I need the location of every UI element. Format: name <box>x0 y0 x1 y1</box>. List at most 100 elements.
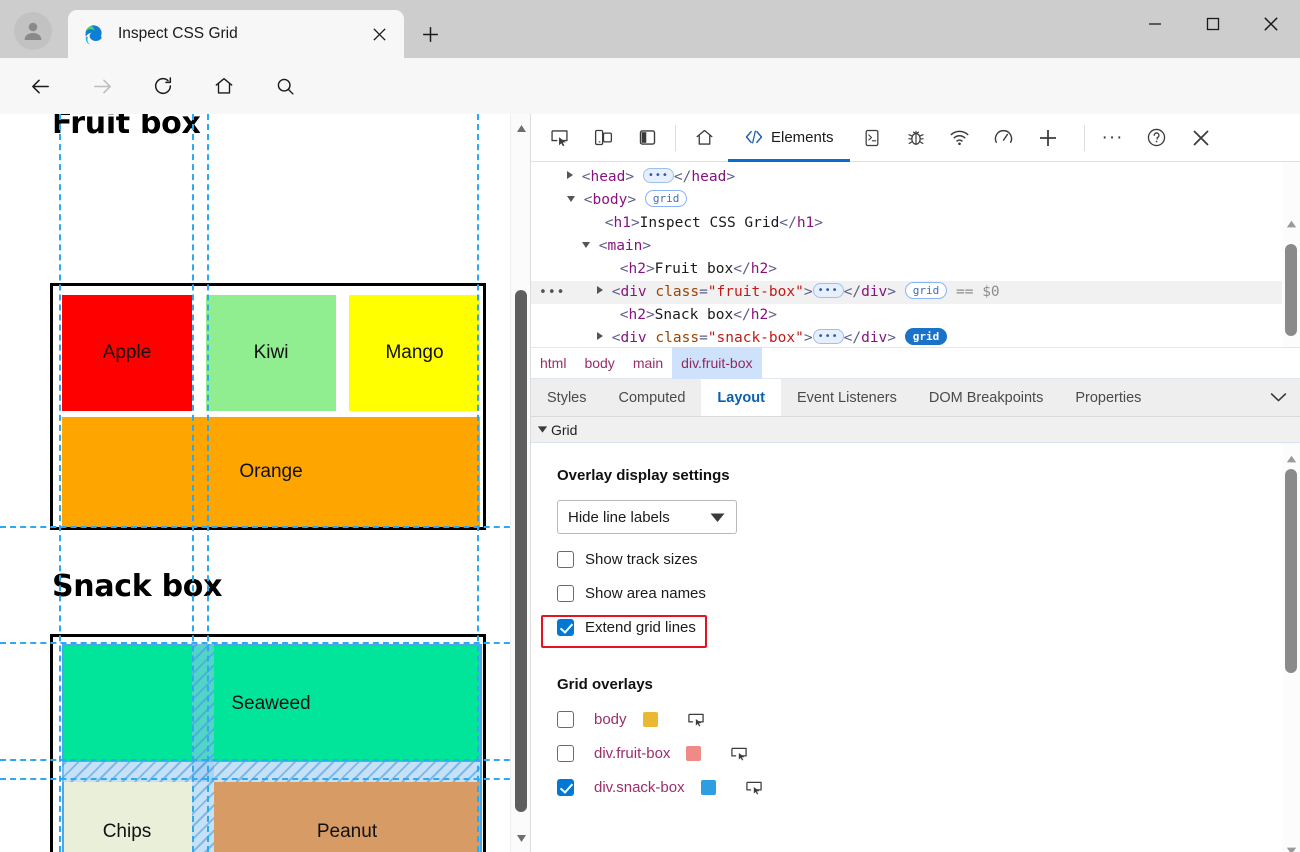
show-element-icon-snack-box[interactable] <box>744 777 764 797</box>
grid-overlay-row-snack-box[interactable]: div.snack-box <box>557 777 1300 797</box>
collapsed-children-icon[interactable]: ••• <box>812 329 844 344</box>
layout-panel-scrollbar[interactable] <box>1282 443 1300 852</box>
breadcrumb-item-main[interactable]: main <box>624 347 672 379</box>
show-element-icon-fruit-box[interactable] <box>729 743 749 763</box>
dock-side-button[interactable] <box>628 119 666 157</box>
grid-badge-snack-box[interactable]: grid <box>904 328 948 345</box>
line-labels-select[interactable]: Hide line labels <box>557 500 737 534</box>
dom-row-body[interactable]: <body> grid <box>531 189 1300 212</box>
grid-overlay-color-swatch-snack-box[interactable] <box>700 779 716 795</box>
scroll-up-button[interactable] <box>511 118 531 138</box>
minimize-icon <box>1149 23 1161 25</box>
dom-row-snack-box[interactable]: <div class="snack-box"> ••• </div> grid <box>531 327 1300 347</box>
maximize-button[interactable] <box>1184 0 1242 48</box>
tab-debugger[interactable] <box>897 119 935 157</box>
collapse-twisty-icon[interactable] <box>582 242 590 248</box>
scrollbar-thumb[interactable] <box>515 290 527 812</box>
scroll-down-button[interactable] <box>511 828 531 848</box>
close-window-button[interactable] <box>1242 0 1300 48</box>
breadcrumb-item-html[interactable]: html <box>531 347 575 379</box>
search-button[interactable] <box>265 66 305 106</box>
dom-row-fruit-box[interactable]: ••• <div class="fruit-box"> ••• </div> gri… <box>531 281 1300 304</box>
dom-row-h1[interactable]: <h1>Inspect CSS Grid</h1> <box>531 212 1300 235</box>
layout-scroll-up-button[interactable] <box>1282 451 1300 467</box>
devtools-more-button[interactable]: ··· <box>1094 119 1132 157</box>
snack-box-container: Seaweed Chips Peanut <box>50 634 486 852</box>
expand-twisty-icon[interactable] <box>597 332 603 340</box>
grid-overlay-row-fruit-box[interactable]: div.fruit-box <box>557 743 1300 763</box>
dom-row-h2-fruit[interactable]: <h2>Fruit box</h2> <box>531 258 1300 281</box>
checkbox-row-show-track-sizes[interactable]: Show track sizes <box>557 551 1300 568</box>
checkbox-overlay-body[interactable] <box>557 710 574 728</box>
dom-scrollbar-thumb[interactable] <box>1285 244 1297 336</box>
show-element-icon-body[interactable] <box>686 709 706 729</box>
dom-row-h2-snack[interactable]: <h2>Snack box</h2> <box>531 304 1300 327</box>
add-tool-button[interactable] <box>1029 119 1067 157</box>
checkbox-row-show-area-names[interactable]: Show area names <box>557 585 1300 602</box>
grid-overlay-color-swatch-fruit-box[interactable] <box>686 745 702 761</box>
inspect-element-button[interactable] <box>540 119 578 157</box>
checkbox-show-track-sizes[interactable] <box>557 551 574 568</box>
triangle-down-icon[interactable] <box>537 425 548 434</box>
dom-text-h2-fruit: Fruit box <box>654 261 734 277</box>
home-button[interactable] <box>204 66 244 106</box>
page-scrollbar[interactable] <box>510 114 530 852</box>
devtools-close-button[interactable] <box>1182 119 1220 157</box>
breadcrumb-item-body[interactable]: body <box>575 347 623 379</box>
dom-tree[interactable]: <head> ••• </head> <body> grid <h1>Inspec… <box>531 162 1300 347</box>
line-labels-select-value: Hide line labels <box>568 508 670 526</box>
tab-event-listeners[interactable]: Event Listeners <box>781 379 913 416</box>
dom-row-main[interactable]: <main> <box>531 235 1300 258</box>
tab-layout[interactable]: Layout <box>701 379 781 416</box>
grid-section-header[interactable]: Grid <box>531 417 1300 443</box>
tab-styles[interactable]: Styles <box>531 379 603 416</box>
dom-row-head[interactable]: <head> ••• </head> <box>531 166 1300 189</box>
collapsed-children-icon[interactable]: ••• <box>812 283 844 298</box>
toolbar-divider <box>675 124 676 151</box>
new-tab-button[interactable] <box>412 18 448 50</box>
panel-tabs-overflow-button[interactable] <box>1256 379 1300 416</box>
grid-overlay-row-body[interactable]: body <box>557 709 1300 729</box>
tab-elements-label: Elements <box>771 128 834 146</box>
layout-scroll-down-button[interactable] <box>1282 843 1300 852</box>
back-button[interactable] <box>20 66 60 106</box>
dom-tree-scrollbar[interactable] <box>1282 162 1300 347</box>
checkbox-show-area-names[interactable] <box>557 585 574 602</box>
checkbox-overlay-snack-box[interactable] <box>557 778 574 796</box>
refresh-button[interactable] <box>143 66 183 106</box>
edge-logo-icon <box>85 25 102 45</box>
checkbox-extend-grid-lines[interactable] <box>557 619 574 636</box>
collapsed-children-icon[interactable]: ••• <box>642 168 674 183</box>
device-emulation-button[interactable] <box>584 119 622 157</box>
triangle-down-icon <box>1286 847 1296 852</box>
minimize-button[interactable] <box>1126 0 1184 48</box>
tab-elements[interactable]: Elements <box>728 116 850 162</box>
grid-badge-body[interactable]: grid <box>644 190 688 207</box>
tab-network[interactable] <box>941 119 979 157</box>
devtools-home-button[interactable] <box>685 119 723 157</box>
collapse-twisty-icon[interactable] <box>567 196 575 202</box>
dom-scroll-up-button[interactable] <box>1282 216 1300 232</box>
grid-overlay-color-swatch-body[interactable] <box>642 711 658 727</box>
tab-console[interactable] <box>853 119 891 157</box>
panel-tabs[interactable]: Styles Computed Layout Event Listeners D… <box>531 379 1300 417</box>
dock-side-icon <box>639 130 655 145</box>
browser-tab[interactable]: Inspect CSS Grid <box>68 10 404 58</box>
layout-scrollbar-thumb[interactable] <box>1285 469 1297 673</box>
checkbox-overlay-fruit-box[interactable] <box>557 744 574 762</box>
grid-badge-fruit-box[interactable]: grid <box>904 282 948 299</box>
devtools-help-button[interactable] <box>1138 119 1176 157</box>
checkbox-row-extend-grid-lines[interactable]: Extend grid lines <box>557 619 1300 636</box>
profile-avatar-button[interactable] <box>14 12 52 50</box>
breadcrumb[interactable]: html body main div.fruit-box <box>531 347 1300 379</box>
breadcrumb-item-div-fruit-box[interactable]: div.fruit-box <box>672 347 762 379</box>
expand-twisty-icon[interactable] <box>597 286 603 294</box>
cell-label: Seaweed <box>231 692 311 714</box>
expand-twisty-icon[interactable] <box>567 171 573 179</box>
tab-dom-breakpoints[interactable]: DOM Breakpoints <box>913 379 1059 416</box>
ellipsis-icon[interactable]: ••• <box>539 281 565 304</box>
tab-properties[interactable]: Properties <box>1059 379 1157 416</box>
tab-close-button[interactable] <box>364 19 394 49</box>
tab-performance[interactable] <box>985 119 1023 157</box>
tab-computed[interactable]: Computed <box>603 379 702 416</box>
